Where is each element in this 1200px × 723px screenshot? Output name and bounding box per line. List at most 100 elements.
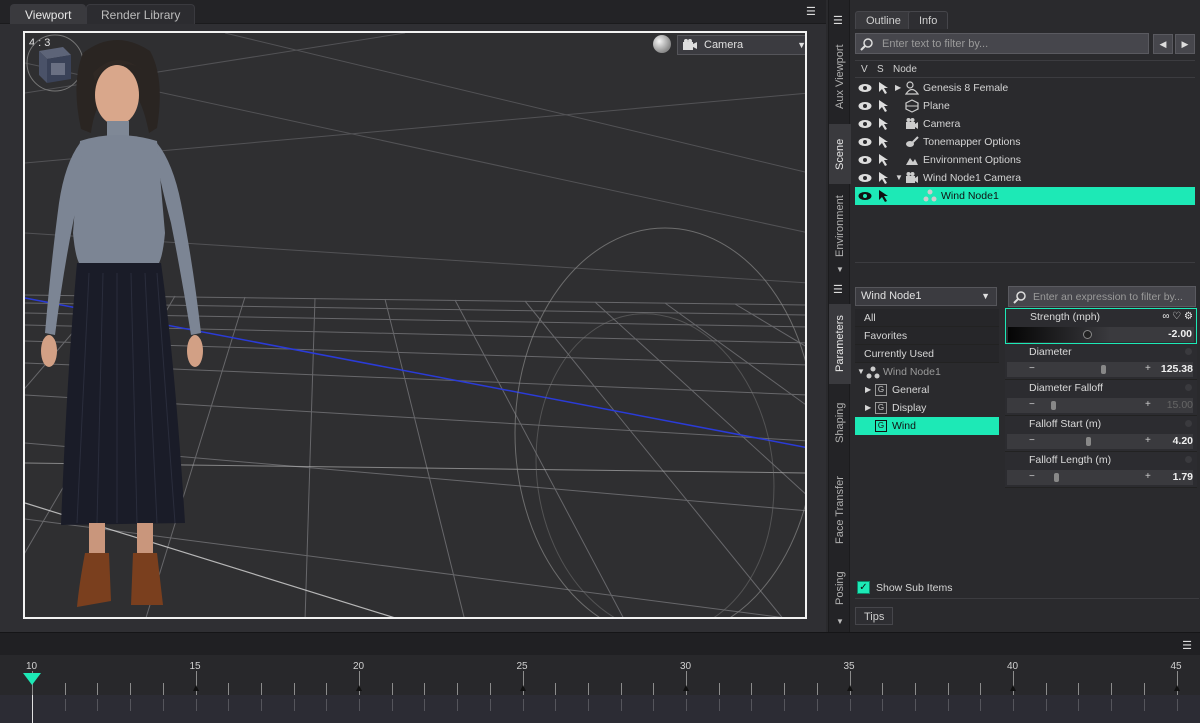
outline-node-row[interactable]: Plane: [855, 97, 1195, 115]
expand-arrow-icon[interactable]: ▼: [895, 169, 903, 187]
tab-environment[interactable]: Environment: [829, 190, 851, 262]
visibility-eye-icon[interactable]: [858, 83, 872, 93]
visibility-eye-icon[interactable]: [858, 191, 872, 201]
increment-icon[interactable]: +: [1145, 470, 1151, 484]
visibility-eye-icon[interactable]: [858, 101, 872, 111]
pane-menu-icon[interactable]: ☰: [833, 14, 843, 27]
playhead-icon[interactable]: [23, 673, 41, 685]
slider-handle[interactable]: [1085, 437, 1091, 446]
column-node[interactable]: Node: [893, 64, 917, 75]
scroll-down-icon[interactable]: ▼: [836, 617, 844, 626]
increment-icon[interactable]: +: [1145, 362, 1151, 376]
expand-arrow-icon[interactable]: ▶: [865, 399, 871, 417]
timeline-ruler[interactable]: 10 15 20 25 30 35 40 45: [0, 655, 1200, 695]
slider-handle[interactable]: [1050, 401, 1056, 410]
parameter-value[interactable]: 1.79: [1173, 470, 1193, 485]
tab-viewport[interactable]: Viewport: [10, 4, 87, 24]
selectable-cursor-icon[interactable]: [877, 171, 891, 185]
slider-handle[interactable]: [1054, 473, 1060, 482]
tab-render-library[interactable]: Render Library: [86, 4, 196, 24]
checkbox-checked-icon[interactable]: ✓: [857, 581, 870, 594]
tab-parameters[interactable]: Parameters: [829, 304, 851, 384]
selectable-cursor-icon[interactable]: [877, 189, 891, 203]
group-child-general[interactable]: ▶ G General: [855, 381, 999, 399]
expand-arrow-icon[interactable]: ▼: [857, 363, 865, 381]
selectable-cursor-icon[interactable]: [877, 117, 891, 131]
viewport-canvas[interactable]: 4 : 3 Camera ▼ ⟲ ✥ ⚲ ⬚: [23, 31, 807, 619]
selectable-cursor-icon[interactable]: [877, 135, 891, 149]
draw-style-sphere-icon[interactable]: [653, 35, 671, 53]
selectable-cursor-icon[interactable]: [877, 153, 891, 167]
increment-icon[interactable]: +: [1145, 398, 1151, 412]
pane-menu-icon[interactable]: ☰: [806, 6, 820, 18]
parameter-key-dot-icon[interactable]: [1185, 456, 1192, 463]
outline-node-row[interactable]: Tonemapper Options: [855, 133, 1195, 151]
keyframe-marker-icon[interactable]: [356, 685, 362, 691]
slider-handle[interactable]: [1083, 330, 1092, 339]
slider-handle[interactable]: [1100, 365, 1106, 374]
parameter-slider[interactable]: Falloff Length (m) − +1.79: [1005, 452, 1197, 488]
keyframe-marker-icon[interactable]: [192, 685, 199, 691]
keyframe-marker-icon[interactable]: [519, 685, 526, 691]
previous-button[interactable]: ◀: [1153, 34, 1173, 54]
parameter-filter-input[interactable]: [1033, 289, 1193, 305]
expand-arrow-icon[interactable]: ▶: [895, 79, 901, 97]
node-select[interactable]: Wind Node1 ▼: [855, 287, 997, 306]
slider-track[interactable]: [1008, 327, 1194, 342]
pane-menu-icon[interactable]: ☰: [833, 283, 843, 296]
group-child-wind[interactable]: G Wind: [855, 417, 999, 435]
pane-menu-icon[interactable]: ☰: [1182, 639, 1192, 652]
visibility-eye-icon[interactable]: [858, 119, 872, 129]
tab-shaping[interactable]: Shaping: [829, 390, 851, 456]
parameter-key-dot-icon[interactable]: [1185, 384, 1192, 391]
keyframe-marker-icon[interactable]: [1173, 685, 1180, 691]
outline-filter-input[interactable]: [882, 36, 1144, 52]
parameter-value[interactable]: -2.00: [1168, 327, 1192, 342]
parameter-value[interactable]: 125.38: [1161, 362, 1193, 377]
timeline-track[interactable]: [0, 695, 1200, 723]
tab-face-transfer[interactable]: Face Transfer: [829, 462, 851, 558]
outline-node-row[interactable]: Environment Options: [855, 151, 1195, 169]
parameter-slider[interactable]: Diameter − +125.38: [1005, 344, 1197, 380]
outline-node-row[interactable]: Camera: [855, 115, 1195, 133]
column-visible[interactable]: V: [861, 64, 868, 75]
parameter-key-dot-icon[interactable]: [1185, 348, 1192, 355]
visibility-eye-icon[interactable]: [858, 137, 872, 147]
group-favorites[interactable]: Favorites: [855, 327, 999, 345]
visibility-eye-icon[interactable]: [858, 155, 872, 165]
parameter-value[interactable]: 4.20: [1173, 434, 1193, 449]
next-button[interactable]: ▶: [1175, 34, 1195, 54]
tab-tips[interactable]: Tips: [855, 607, 894, 625]
outline-node-row[interactable]: Wind Node1: [855, 187, 1195, 205]
group-wind-node1[interactable]: ▼ Wind Node1: [855, 363, 999, 381]
tab-info[interactable]: Info: [908, 11, 949, 29]
tab-aux-viewport[interactable]: Aux Viewport: [829, 34, 851, 120]
parameter-slider[interactable]: Diameter Falloff − +15.00: [1005, 380, 1197, 416]
decrement-icon[interactable]: −: [1029, 434, 1035, 448]
parameter-key-dot-icon[interactable]: [1185, 420, 1192, 427]
keyframe-marker-icon[interactable]: [1010, 685, 1016, 691]
parameter-slider[interactable]: Falloff Start (m) − +4.20: [1005, 416, 1197, 452]
parameter-value[interactable]: 15.00: [1167, 398, 1193, 413]
outline-node-row[interactable]: ▶ Genesis 8 Female: [855, 79, 1195, 97]
tab-posing[interactable]: Posing: [829, 566, 851, 610]
visibility-eye-icon[interactable]: [858, 173, 872, 183]
expand-arrow-icon[interactable]: ▶: [865, 381, 871, 399]
decrement-icon[interactable]: −: [1029, 362, 1035, 376]
group-child-display[interactable]: ▶ G Display: [855, 399, 999, 417]
figure-genesis-8-female[interactable]: [25, 33, 225, 613]
keyframe-marker-icon[interactable]: [846, 685, 853, 691]
selectable-cursor-icon[interactable]: [877, 99, 891, 113]
link-icon[interactable]: ∞: [1162, 311, 1169, 322]
keyframe-marker-icon[interactable]: [683, 685, 689, 691]
column-selectable[interactable]: S: [877, 64, 884, 75]
outline-node-row[interactable]: ▼ Wind Node1 Camera: [855, 169, 1195, 187]
tab-scene[interactable]: Scene: [829, 124, 851, 184]
gear-icon[interactable]: ⚙: [1184, 311, 1193, 322]
decrement-icon[interactable]: −: [1029, 470, 1035, 484]
camera-select[interactable]: Camera ▼: [677, 35, 805, 55]
increment-icon[interactable]: +: [1145, 434, 1151, 448]
tab-outline[interactable]: Outline: [855, 11, 912, 29]
favorite-heart-icon[interactable]: ♡: [1172, 311, 1181, 322]
scroll-down-icon[interactable]: ▼: [836, 265, 844, 274]
